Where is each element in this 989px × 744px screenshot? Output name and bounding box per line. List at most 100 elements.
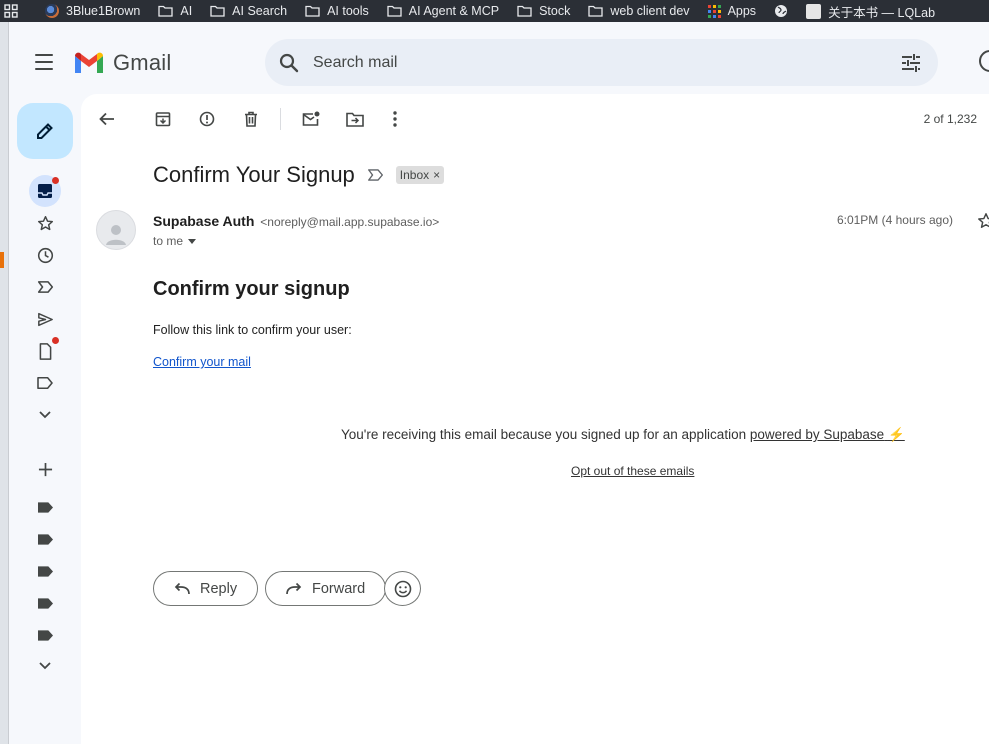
folder-icon <box>387 5 402 17</box>
subject-row: Confirm Your Signup Inbox × <box>153 162 445 188</box>
compose-button[interactable] <box>17 103 73 159</box>
sender-line: Supabase Auth <noreply@mail.app.supabase… <box>153 213 439 229</box>
bookmark-folder-ai-tools[interactable]: AI tools <box>305 0 369 22</box>
bookmark-lqlab[interactable]: 关于本书 — LQLab <box>806 0 935 22</box>
pencil-icon <box>37 123 53 139</box>
search-input[interactable] <box>313 53 873 72</box>
footer-text: You're receiving this email because you … <box>341 427 750 442</box>
email-footer-text: You're receiving this email because you … <box>341 427 905 443</box>
bookmark-label: AI Search <box>232 4 288 18</box>
label-icon[interactable] <box>38 630 53 641</box>
important-icon <box>37 281 53 293</box>
recipient-line[interactable]: to me <box>153 234 197 248</box>
nav-inbox[interactable] <box>29 175 61 207</box>
bookmark-folder-stock[interactable]: Stock <box>517 0 570 22</box>
confirm-mail-link[interactable]: Confirm your mail <box>153 355 251 369</box>
smiley-icon <box>394 580 411 597</box>
more-options-button[interactable] <box>384 108 406 130</box>
folder-icon <box>305 5 320 17</box>
nav-sent[interactable] <box>29 303 61 335</box>
bookmark-apps[interactable]: Apps <box>707 0 757 22</box>
pagination-count: 2 of 1,232 <box>923 112 977 126</box>
nav-categories[interactable] <box>29 367 61 399</box>
bookmarks-bar: 3Blue1Brown AI AI Search AI tools AI Age… <box>0 0 989 22</box>
bookmark-folder-ai-search[interactable]: AI Search <box>210 0 287 22</box>
email-timestamp: 6:01PM (4 hours ago) <box>836 213 953 227</box>
create-label-button[interactable] <box>29 453 61 485</box>
folder-icon <box>517 5 532 17</box>
reply-label: Reply <box>200 580 238 597</box>
bookmark-folder-web-client-dev[interactable]: web client dev <box>588 0 690 22</box>
reply-button[interactable]: Reply <box>153 571 259 606</box>
bookmark-label: AI Agent & MCP <box>408 4 500 18</box>
powered-by-text: powered by Supabase <box>749 427 885 442</box>
label-chip-inbox[interactable]: Inbox × <box>395 166 445 184</box>
label-chip-text: Inbox <box>399 168 430 182</box>
opt-out-link[interactable]: Opt out of these emails <box>571 464 694 478</box>
chevron-down-icon <box>39 411 51 419</box>
nav-more[interactable] <box>29 399 61 431</box>
nav-starred[interactable] <box>29 207 61 239</box>
labels-more[interactable] <box>29 650 61 682</box>
plus-icon <box>38 462 52 476</box>
email-subject: Confirm Your Signup <box>153 162 355 187</box>
apps-grid-icon[interactable] <box>0 0 22 22</box>
bookmark-globe[interactable] <box>774 0 788 22</box>
sender-avatar[interactable] <box>96 210 136 250</box>
label-icon[interactable] <box>38 566 53 577</box>
bookmark-label: Apps <box>727 4 757 18</box>
person-icon <box>106 225 126 245</box>
archive-icon <box>155 112 171 127</box>
bookmark-label: AI tools <box>327 4 369 18</box>
bookmark-3blue1brown[interactable]: 3Blue1Brown <box>45 0 140 22</box>
background-window-edge <box>0 22 9 744</box>
nav-snoozed[interactable] <box>29 239 61 271</box>
delete-button[interactable] <box>240 108 262 130</box>
nav-rail <box>9 94 81 744</box>
label-icon[interactable] <box>38 534 53 545</box>
important-marker-icon[interactable] <box>367 168 384 182</box>
nav-important[interactable] <box>29 271 61 303</box>
star-icon[interactable] <box>977 212 989 230</box>
sender-name[interactable]: Supabase Auth <box>153 213 254 229</box>
archive-button[interactable] <box>152 108 174 130</box>
arrow-back-icon <box>99 112 114 126</box>
remove-label-icon[interactable]: × <box>433 168 440 182</box>
label-outline-icon <box>37 376 53 390</box>
label-icon[interactable] <box>38 502 53 513</box>
gmail-m-icon <box>75 52 103 73</box>
forward-button[interactable]: Forward <box>265 571 387 606</box>
email-body-text: Follow this link to confirm your user: <box>153 323 352 337</box>
move-folder-icon <box>346 112 364 127</box>
star-icon <box>37 215 53 230</box>
powered-by-supabase-link[interactable]: powered by Supabase ⚡ <box>750 427 905 442</box>
nav-drafts[interactable] <box>29 335 61 367</box>
chevron-down-icon <box>39 662 51 670</box>
folder-icon <box>158 5 174 17</box>
site-favicon-icon <box>45 4 59 18</box>
forward-label: Forward <box>312 580 366 597</box>
mark-unread-button[interactable] <box>300 108 322 130</box>
bookmark-label: 关于本书 — LQLab <box>828 5 936 20</box>
emoji-reaction-button[interactable] <box>384 571 421 606</box>
gmail-logo[interactable]: Gmail <box>73 50 171 76</box>
lightning-bolt-icon: ⚡ <box>887 427 905 442</box>
trash-icon <box>245 111 257 127</box>
search-options-icon[interactable] <box>900 52 922 74</box>
main-menu-button[interactable] <box>33 52 55 72</box>
bookmark-folder-ai[interactable]: AI <box>158 0 192 22</box>
search-icon[interactable] <box>279 53 299 73</box>
move-to-button[interactable] <box>344 108 366 130</box>
email-body-heading: Confirm your signup <box>153 278 350 300</box>
label-icon[interactable] <box>38 598 53 609</box>
draft-icon <box>39 342 51 360</box>
help-icon[interactable] <box>979 50 989 72</box>
back-button[interactable] <box>96 108 118 130</box>
report-spam-button[interactable] <box>196 108 218 130</box>
more-vert-icon <box>393 111 397 127</box>
unread-badge <box>52 177 59 184</box>
mark-unread-icon <box>302 111 320 126</box>
caret-down-icon[interactable] <box>188 238 197 244</box>
search-bar[interactable] <box>265 39 938 86</box>
bookmark-folder-ai-agent-mcp[interactable]: AI Agent & MCP <box>387 0 499 22</box>
